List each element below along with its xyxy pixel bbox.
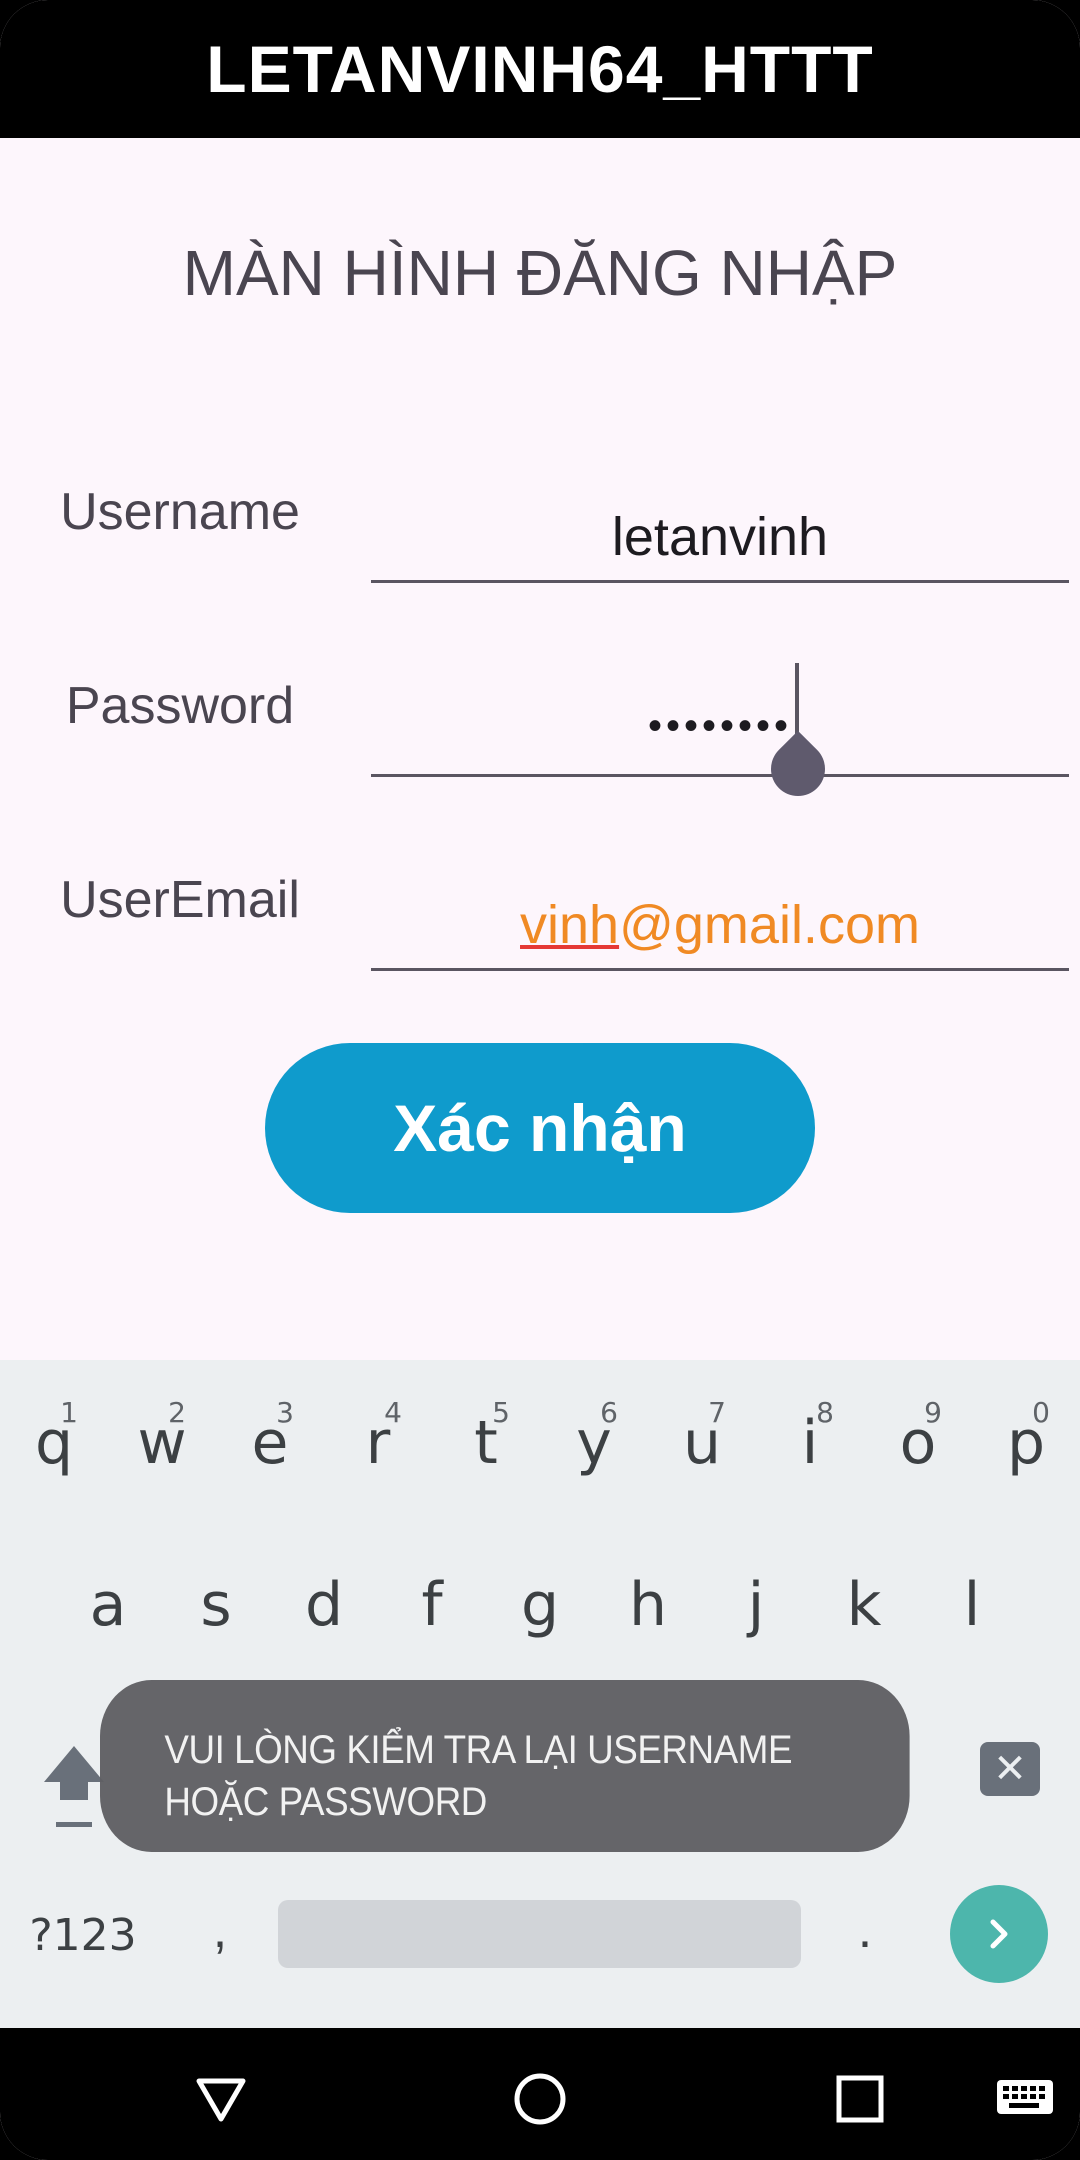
confirm-button[interactable]: Xác nhận — [265, 1043, 815, 1213]
key-hint: 8 — [816, 1396, 834, 1429]
key-hint: 9 — [924, 1396, 942, 1429]
username-label: Username — [60, 483, 300, 541]
toast-message: VUI LÒNG KIỂM TRA LẠI USERNAME HOẶC PASS… — [100, 1680, 910, 1852]
key-f[interactable]: f — [378, 1540, 486, 1670]
key-hint: 1 — [60, 1396, 78, 1429]
space-key[interactable] — [278, 1900, 801, 1968]
key-d[interactable]: d — [270, 1540, 378, 1670]
email-value-domain: @gmail.com — [619, 894, 920, 955]
key-y[interactable]: 6y — [540, 1378, 648, 1508]
page-title: MÀN HÌNH ĐĂNG NHẬP — [182, 237, 898, 309]
key-r[interactable]: 4r — [324, 1378, 432, 1508]
nav-home-icon[interactable] — [505, 2064, 575, 2134]
key-o[interactable]: 9o — [864, 1378, 972, 1508]
app-screen: LETANVINH64_HTTT MÀN HÌNH ĐĂNG NHẬP User… — [0, 0, 1080, 2160]
key-u[interactable]: 7u — [648, 1378, 756, 1508]
key-hint: 3 — [276, 1396, 294, 1429]
email-field[interactable]: vinh@gmail.com — [371, 881, 1069, 971]
nav-back-icon[interactable] — [186, 2064, 256, 2134]
key-i[interactable]: 8i — [756, 1378, 864, 1508]
key-a[interactable]: a — [54, 1540, 162, 1670]
key-w[interactable]: 2w — [108, 1378, 216, 1508]
key-hint: 0 — [1032, 1396, 1050, 1429]
arrow-right-icon[interactable] — [950, 1885, 1048, 1983]
email-value-spellcheck: vinh — [520, 894, 620, 955]
password-value: •••••••• — [647, 704, 793, 748]
key-l[interactable]: l — [918, 1540, 1026, 1670]
key-hint: 6 — [600, 1396, 618, 1429]
email-value: vinh@gmail.com — [520, 894, 920, 956]
key-j[interactable]: j — [702, 1540, 810, 1670]
backspace-icon[interactable]: ✕ — [980, 1742, 1040, 1796]
key-t[interactable]: 5t — [432, 1378, 540, 1508]
key-hint: 5 — [492, 1396, 510, 1429]
key-h[interactable]: h — [594, 1540, 702, 1670]
app-bar: LETANVINH64_HTTT — [0, 0, 1080, 138]
comma-key[interactable]: , — [190, 1890, 250, 1970]
app-title: LETANVINH64_HTTT — [206, 32, 874, 106]
key-p[interactable]: 0p — [972, 1378, 1080, 1508]
navigation-bar — [0, 2028, 1080, 2160]
key-k[interactable]: k — [810, 1540, 918, 1670]
nav-recents-icon[interactable] — [825, 2064, 895, 2134]
key-hint: 4 — [384, 1396, 402, 1429]
keyboard-icon[interactable] — [990, 2064, 1060, 2134]
key-q[interactable]: 1q — [0, 1378, 108, 1508]
symbols-key[interactable]: ?123 — [28, 1895, 138, 1975]
key-s[interactable]: s — [162, 1540, 270, 1670]
password-field[interactable]: •••••••• — [371, 663, 1069, 808]
email-label: UserEmail — [60, 871, 300, 929]
username-field[interactable]: letanvinh — [371, 493, 1069, 583]
period-key[interactable]: . — [835, 1890, 895, 1970]
key-hint: 2 — [168, 1396, 186, 1429]
username-value: letanvinh — [611, 506, 829, 567]
key-hint: 7 — [708, 1396, 726, 1429]
key-e[interactable]: 3e — [216, 1378, 324, 1508]
key-g[interactable]: g — [486, 1540, 594, 1670]
password-label: Password — [65, 677, 295, 735]
